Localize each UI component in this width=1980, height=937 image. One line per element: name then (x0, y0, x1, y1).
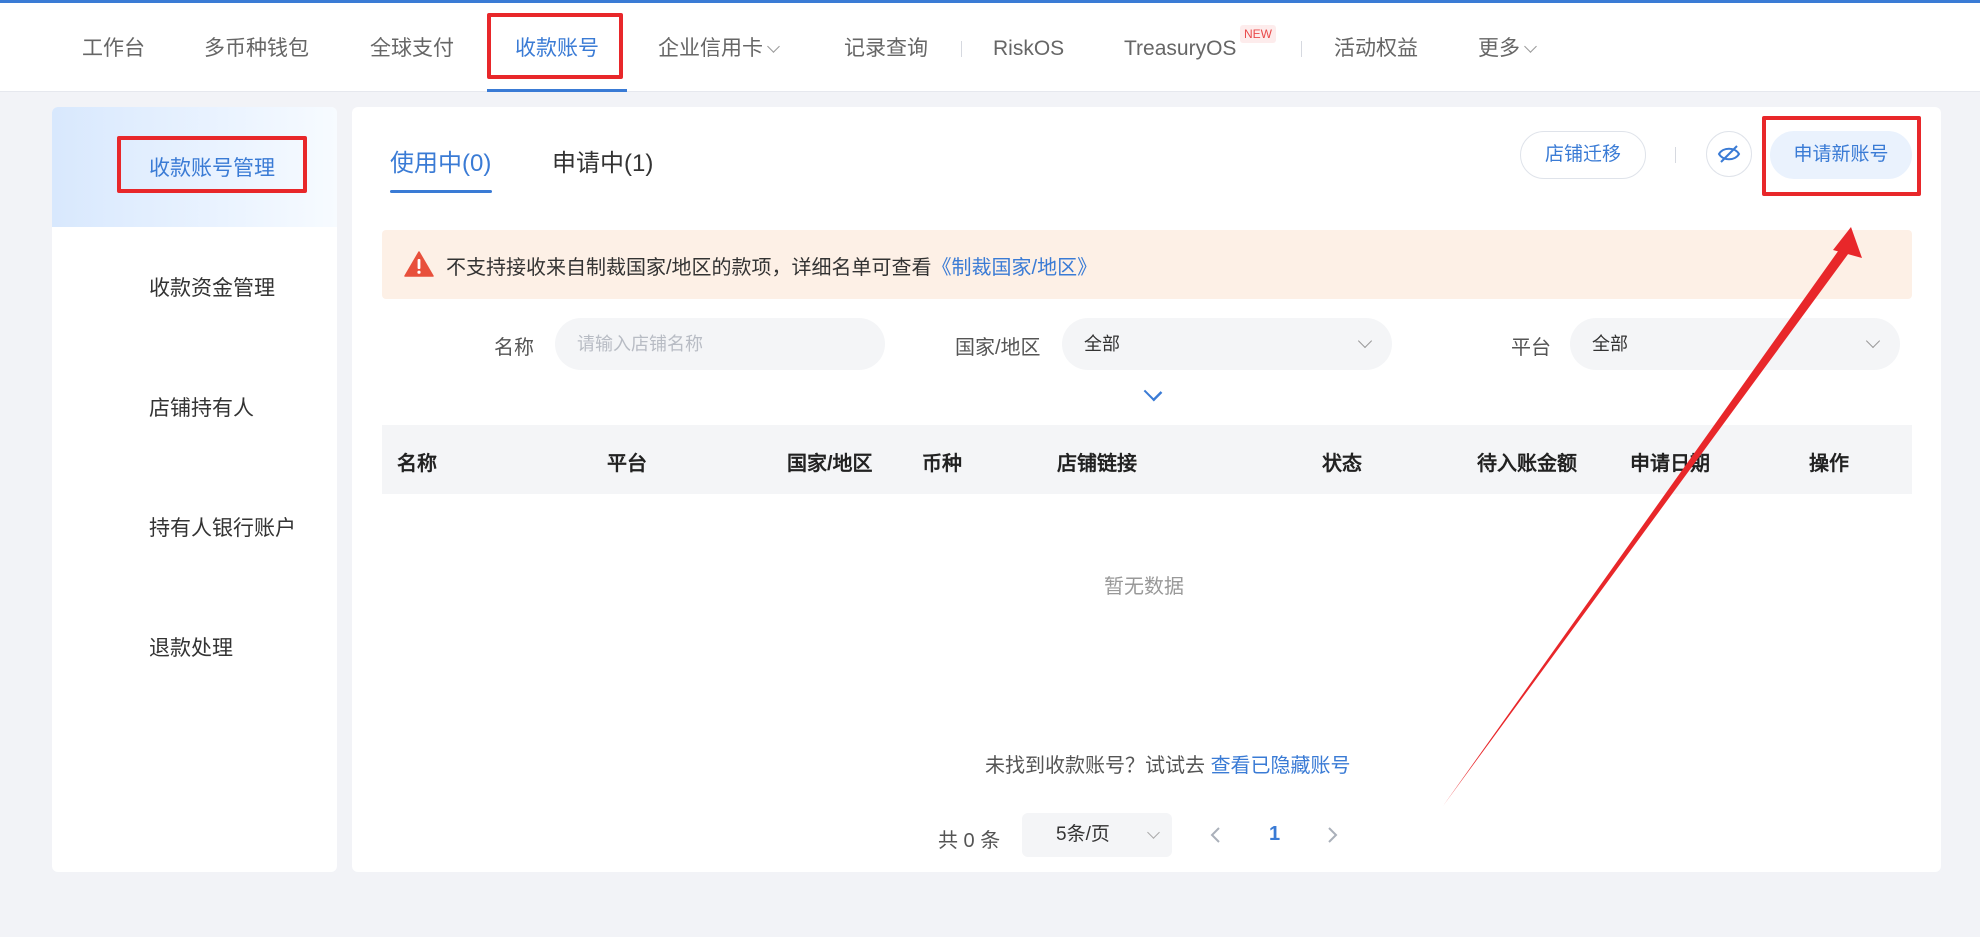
store-name-input[interactable]: 请输入店铺名称 (555, 318, 885, 370)
sidebar-item-refunds[interactable]: 退款处理 (52, 587, 337, 707)
nav-active-underline (487, 89, 627, 92)
sidebar-item-account-management[interactable]: 收款账号管理 (52, 107, 337, 227)
nav-divider (961, 41, 962, 57)
column-header-apply-date: 申请日期 (1630, 453, 1710, 475)
nav-item-more[interactable]: 更多 (1478, 3, 1537, 92)
nav-item-benefits[interactable]: 活动权益 (1334, 3, 1418, 92)
warning-icon (404, 251, 434, 277)
tab-active-underline (390, 190, 492, 193)
nav-divider (1301, 41, 1302, 57)
country-select-value: 全部 (1084, 334, 1120, 354)
nav-item-riskos[interactable]: RiskOS (993, 3, 1064, 92)
store-migrate-button[interactable]: 店铺迁移 (1520, 131, 1646, 179)
toolbar-divider (1675, 147, 1676, 163)
alert-text: 不支持接收来自制裁国家/地区的款项，详细名单可查看 (446, 257, 932, 279)
column-header-currency: 币种 (922, 453, 962, 475)
nav-item-label: 企业信用卡 (658, 37, 763, 60)
chevron-down-icon (1357, 333, 1373, 349)
sidebar-item-holder-bank-account[interactable]: 持有人银行账户 (52, 467, 337, 587)
new-badge: NEW (1240, 25, 1276, 43)
country-filter-label: 国家/地区 (955, 337, 1041, 359)
column-header-pending-amount: 待入账金额 (1477, 453, 1577, 475)
empty-state-text: 暂无数据 (1104, 576, 1184, 598)
platform-select-value: 全部 (1592, 334, 1628, 354)
top-nav: 工作台 多币种钱包 全球支付 收款账号 企业信用卡 记录查询 RiskOS Tr… (0, 0, 1980, 92)
sidebar-item-store-holder[interactable]: 店铺持有人 (52, 347, 337, 467)
prev-page-icon[interactable] (1206, 825, 1226, 845)
sidebar: 收款账号管理 收款资金管理 店铺持有人 持有人银行账户 退款处理 (52, 107, 337, 872)
nav-item-collection-account[interactable]: 收款账号 (487, 3, 627, 92)
nav-item-corporate-card[interactable]: 企业信用卡 (658, 3, 780, 92)
chevron-down-icon (1865, 333, 1881, 349)
chevron-down-icon (1147, 826, 1160, 839)
nav-item-label: 更多 (1478, 37, 1520, 60)
sidebar-item-funds-management[interactable]: 收款资金管理 (52, 227, 337, 347)
sanction-alert: 不支持接收来自制裁国家/地区的款项，详细名单可查看《制裁国家/地区》 (382, 230, 1912, 299)
country-select[interactable]: 全部 (1062, 318, 1392, 370)
column-header-name: 名称 (397, 453, 437, 475)
name-filter-label: 名称 (494, 337, 534, 359)
nav-item-multi-currency-wallet[interactable]: 多币种钱包 (204, 3, 309, 92)
column-header-country: 国家/地区 (787, 453, 873, 475)
nav-item-global-payment[interactable]: 全球支付 (370, 3, 454, 92)
expand-filters-chevron-icon[interactable] (1143, 382, 1163, 402)
page-number-current[interactable]: 1 (1269, 823, 1280, 846)
chevron-down-icon (1524, 40, 1537, 53)
sanctioned-countries-link[interactable]: 《制裁国家/地区》 (932, 257, 1098, 279)
platform-select[interactable]: 全部 (1570, 318, 1900, 370)
hidden-account-hint: 未找到收款账号？试试去 查看已隐藏账号 (985, 749, 1351, 778)
column-header-store-link: 店铺链接 (1057, 453, 1137, 475)
nav-item-workbench[interactable]: 工作台 (82, 3, 145, 92)
nav-item-label: 收款账号 (515, 37, 599, 60)
column-header-status: 状态 (1322, 453, 1362, 475)
page-size-value: 5条/页 (1056, 824, 1110, 845)
table-header: 名称 平台 国家/地区 币种 店铺链接 状态 待入账金额 申请日期 操作 (382, 425, 1912, 494)
hint-text: 未找到收款账号？试试去 (985, 755, 1205, 777)
nav-item-treasuryos[interactable]: TreasuryOS (1124, 3, 1236, 92)
column-header-actions: 操作 (1809, 453, 1849, 475)
sidebar-item-label: 店铺持有人 (149, 397, 254, 420)
alert-message: 不支持接收来自制裁国家/地区的款项，详细名单可查看《制裁国家/地区》 (446, 251, 1097, 280)
nav-item-records[interactable]: 记录查询 (844, 3, 928, 92)
next-page-icon[interactable] (1322, 825, 1342, 845)
apply-new-account-button[interactable]: 申请新账号 (1770, 131, 1912, 179)
platform-filter-label: 平台 (1511, 337, 1551, 359)
view-hidden-accounts-link[interactable]: 查看已隐藏账号 (1211, 755, 1351, 777)
sidebar-item-label: 收款账号管理 (149, 157, 275, 180)
pagination-total: 共 0 条 (938, 830, 1001, 852)
page-size-select[interactable]: 5条/页 (1022, 813, 1172, 857)
sidebar-item-label: 收款资金管理 (149, 277, 275, 300)
hide-toggle-button[interactable] (1706, 131, 1752, 177)
sidebar-item-label: 持有人银行账户 (149, 517, 296, 540)
column-header-platform: 平台 (607, 453, 647, 475)
sidebar-item-label: 退款处理 (149, 637, 233, 660)
eye-off-icon (1717, 145, 1741, 163)
tab-applying[interactable]: 申请中(1) (552, 143, 653, 178)
main-panel: 使用中(0) 申请中(1) 店铺迁移 申请新账号 不支持接收来自制裁国家/地区的… (352, 107, 1941, 872)
chevron-down-icon (767, 40, 780, 53)
tab-in-use[interactable]: 使用中(0) (390, 143, 491, 178)
